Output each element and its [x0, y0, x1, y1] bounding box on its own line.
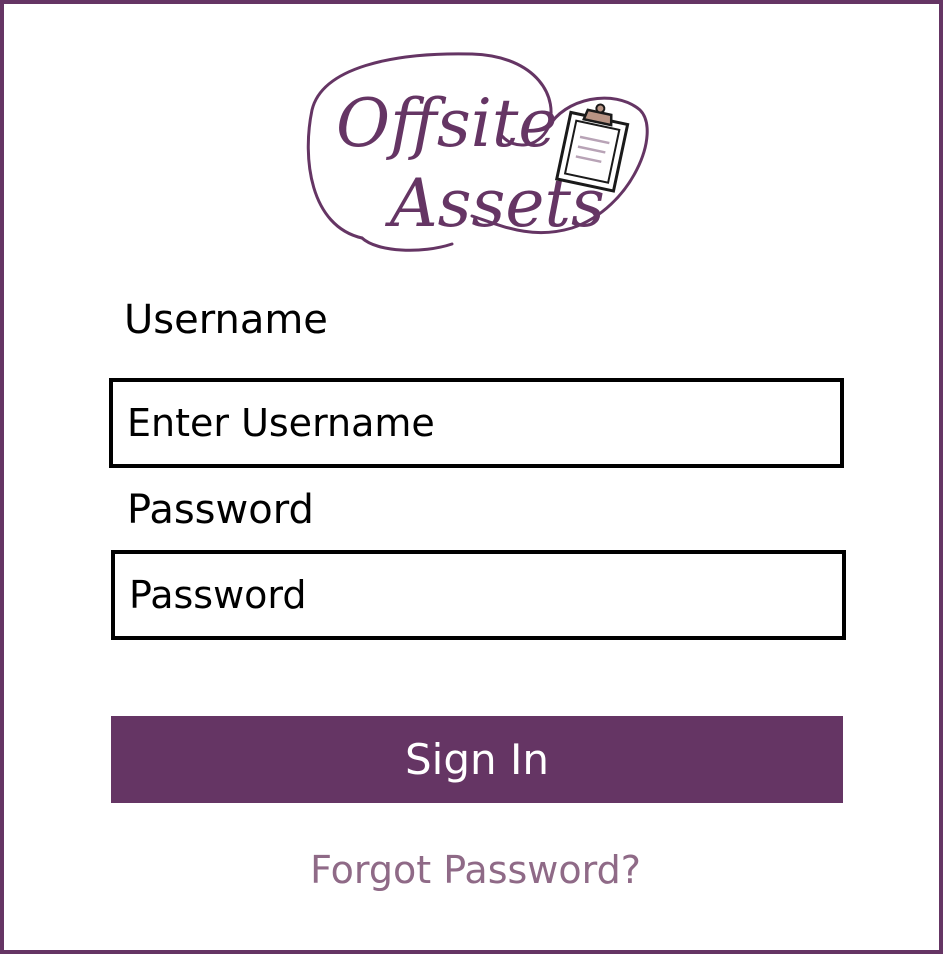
username-field[interactable] [109, 378, 844, 468]
logo-wordmark-line1: Offsite [336, 85, 557, 162]
logo-graphic: Offsite Assets [306, 52, 649, 252]
clipboard-icon [554, 103, 630, 193]
password-label: Password [127, 487, 314, 533]
password-input[interactable] [115, 554, 842, 636]
username-input[interactable] [113, 382, 840, 464]
sign-in-button[interactable]: Sign In [111, 716, 843, 803]
forgot-password-link[interactable]: Forgot Password? [310, 851, 641, 889]
brand-logo: Offsite Assets [302, 48, 652, 258]
username-label: Username [124, 297, 328, 343]
forgot-password-row: Forgot Password? [4, 851, 943, 889]
password-field[interactable] [111, 550, 846, 640]
login-card: Offsite Assets Username Password Sign In… [0, 0, 943, 954]
